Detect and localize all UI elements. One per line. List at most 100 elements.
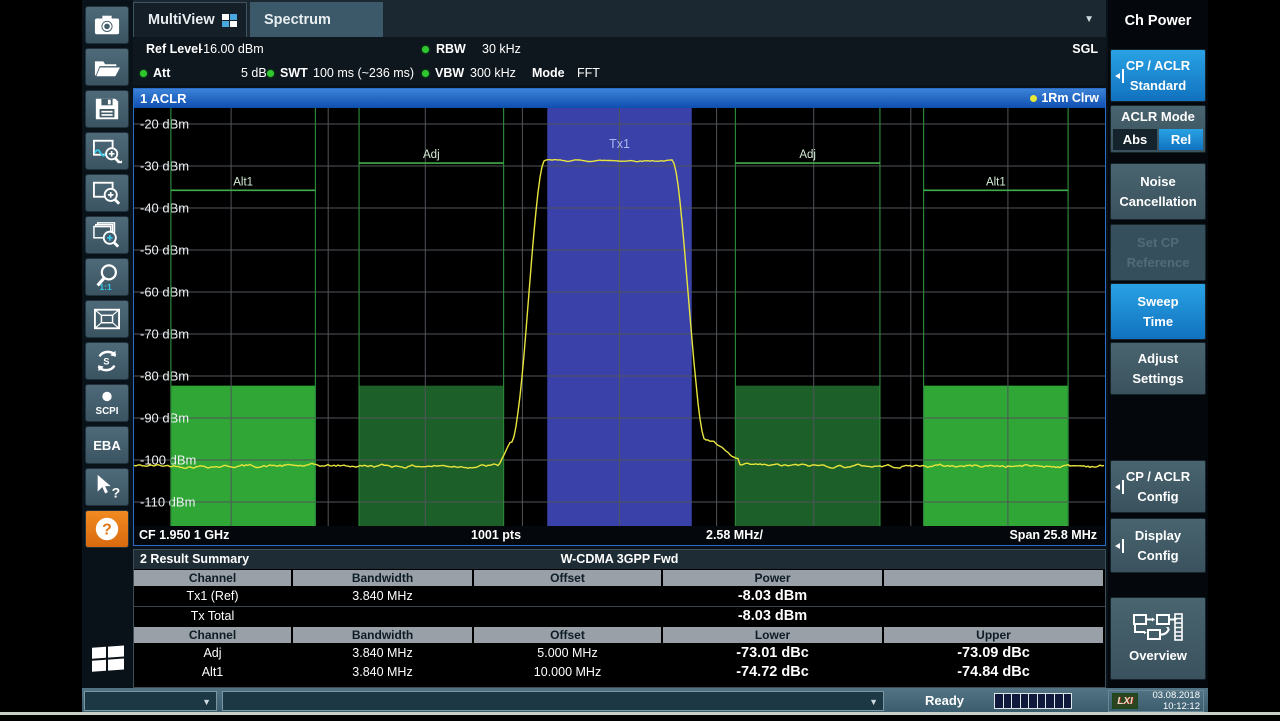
- softkey-display-config[interactable]: Display Config: [1110, 518, 1206, 573]
- open-file-button[interactable]: [85, 48, 129, 86]
- softkey-cp-aclr-standard[interactable]: CP / ACLR Standard: [1110, 49, 1206, 102]
- sweep-points-readout[interactable]: 1001 pts: [471, 526, 521, 545]
- y-axis-tick-label: -30 dBm: [140, 159, 189, 174]
- y-axis-tick-label: -60 dBm: [140, 285, 189, 300]
- y-axis-tick-label: -20 dBm: [140, 117, 189, 132]
- open-folder-icon: [92, 54, 122, 80]
- aclr-mode-rel[interactable]: Rel: [1159, 129, 1203, 150]
- sweep-progress-bar: [994, 693, 1072, 709]
- chart-footer: CF 1.950 1 GHz 1001 pts 2.58 MHz/ Span 2…: [134, 526, 1105, 545]
- channel-bar-adj: [359, 386, 504, 526]
- pointer-help-icon: ?: [92, 473, 122, 501]
- graphical-zoom-button[interactable]: [85, 132, 129, 170]
- aclr-mode-toggle: Abs Rel: [1113, 129, 1203, 150]
- zoom-1to1-icon: 1:1: [92, 263, 122, 291]
- col-header: Upper: [884, 627, 1103, 643]
- svg-text:?: ?: [112, 484, 121, 500]
- windows-start-button[interactable]: [89, 640, 127, 674]
- spectrum-plot-area[interactable]: -20 dBm-30 dBm-40 dBm-50 dBm-60 dBm-70 d…: [134, 108, 1105, 526]
- softkey-noise-cancellation[interactable]: Noise Cancellation: [1110, 163, 1206, 220]
- main-area: MultiView Spectrum ▼ Ref Level -16.00 dB…: [133, 0, 1106, 688]
- vbw-label[interactable]: VBW: [435, 66, 464, 80]
- rbw-label[interactable]: RBW: [436, 42, 466, 56]
- screenshot-button[interactable]: [85, 6, 129, 44]
- ref-level-value[interactable]: -16.00 dBm: [199, 42, 264, 56]
- trace-legend[interactable]: 1Rm Clrw: [1030, 89, 1099, 108]
- camera-icon: [92, 12, 122, 38]
- trace1-legend-label: 1Rm Clrw: [1041, 89, 1099, 108]
- channel-label: Adj: [423, 149, 440, 161]
- softkey-cp-aclr-config[interactable]: CP / ACLR Config: [1110, 460, 1206, 513]
- result-summary-titlebar: 2 Result Summary W-CDMA 3GPP Fwd: [134, 550, 1105, 569]
- softkey-sidebar: Ch Power CP / ACLR Standard ACLR Mode Ab…: [1108, 0, 1208, 688]
- softkey-overview[interactable]: Overview: [1110, 597, 1206, 680]
- svg-text:1:1: 1:1: [100, 282, 112, 291]
- tab-spectrum-label: Spectrum: [264, 12, 331, 28]
- col-header: Channel: [134, 627, 291, 643]
- span-readout[interactable]: Span 25.8 MHz: [1009, 526, 1097, 545]
- measurement-standard: W-CDMA 3GPP Fwd: [561, 550, 679, 569]
- multiple-zoom-button[interactable]: [85, 216, 129, 254]
- left-toolbar: 1:1 S: [82, 0, 133, 688]
- swt-label[interactable]: SWT: [280, 66, 308, 80]
- dropdown-arrow-icon: ▼: [202, 697, 211, 707]
- svg-text:SCPI: SCPI: [96, 406, 119, 417]
- eba-button[interactable]: EBA: [85, 426, 129, 464]
- tx-table-header: Channel Bandwidth Offset Power: [134, 570, 1105, 586]
- aclr-mode-abs[interactable]: Abs: [1113, 129, 1157, 150]
- sweep-refresh-icon: S: [92, 347, 122, 375]
- multiview-grid-icon: [222, 14, 237, 27]
- tab-multiview[interactable]: MultiView: [133, 2, 247, 37]
- y-axis-tick-label: -40 dBm: [140, 201, 189, 216]
- aclr-window: 1 ACLR 1Rm Clrw -20 dBm-30 dBm-40 dBm-50…: [133, 88, 1106, 546]
- center-frequency-readout[interactable]: CF 1.950 1 GHz: [139, 526, 229, 545]
- zoom-area-button[interactable]: [85, 174, 129, 212]
- vbw-value[interactable]: 300 kHz: [470, 66, 516, 80]
- swt-value[interactable]: 100 ms (~236 ms): [313, 66, 414, 80]
- frame-icon: [92, 306, 122, 332]
- tabbar-dropdown-icon[interactable]: ▼: [1084, 14, 1094, 25]
- settings-row-2: Att 5 dB SWT 100 ms (~236 ms) VBW 300 kH…: [133, 61, 1106, 85]
- save-button[interactable]: [85, 90, 129, 128]
- help-button[interactable]: ?: [85, 510, 129, 548]
- zoom-area-icon: [91, 179, 123, 207]
- att-led-icon: [140, 70, 147, 77]
- att-value[interactable]: 5 dB: [241, 66, 267, 80]
- status-dropdown-wide[interactable]: ▼: [222, 691, 884, 711]
- status-ready-label: Ready: [925, 688, 964, 714]
- softkey-aclr-mode[interactable]: ACLR Mode Abs Rel: [1110, 105, 1206, 153]
- display-frame-button[interactable]: [85, 300, 129, 338]
- softkey-sweep-time[interactable]: Sweep Time: [1110, 283, 1206, 340]
- y-axis-tick-label: -80 dBm: [140, 369, 189, 384]
- table-row: Alt1 3.840 MHz 10.000 MHz -74.72 dBc -74…: [134, 663, 1105, 682]
- y-axis-tick-label: -50 dBm: [140, 243, 189, 258]
- mode-value[interactable]: FFT: [577, 66, 600, 80]
- swt-led-icon: [267, 70, 274, 77]
- y-axis-tick-label: -110 dBm: [140, 495, 195, 510]
- channel-bar-alt1: [924, 386, 1069, 526]
- datetime-panel[interactable]: LXI 03.08.2018 10:12:12: [1108, 690, 1204, 712]
- expand-left-icon: [1115, 480, 1124, 494]
- status-dropdown-small[interactable]: ▼: [84, 691, 217, 711]
- ref-level-label[interactable]: Ref Level: [146, 42, 202, 56]
- rbw-value[interactable]: 30 kHz: [482, 42, 521, 56]
- tab-spectrum[interactable]: Spectrum: [250, 2, 383, 37]
- scpi-recorder-button[interactable]: SCPI: [85, 384, 129, 422]
- status-time: 10:12:12: [1163, 701, 1200, 712]
- zoom-multi-icon: [91, 221, 123, 249]
- save-floppy-icon: [93, 96, 121, 122]
- att-label[interactable]: Att: [153, 66, 170, 80]
- context-help-button[interactable]: ?: [85, 468, 129, 506]
- screen-bottom-edge: [0, 712, 1280, 715]
- softkey-adjust-settings[interactable]: Adjust Settings: [1110, 342, 1206, 395]
- zoom-off-button[interactable]: 1:1: [85, 258, 129, 296]
- aclr-plot: -20 dBm-30 dBm-40 dBm-50 dBm-60 dBm-70 d…: [134, 108, 1105, 526]
- softkey-set-cp-reference[interactable]: Set CP Reference: [1110, 224, 1206, 281]
- per-division-readout[interactable]: 2.58 MHz/: [706, 526, 763, 545]
- continuous-sweep-button[interactable]: S: [85, 342, 129, 380]
- eba-icon: EBA: [93, 438, 120, 453]
- result-summary-title: 2 Result Summary: [140, 550, 249, 569]
- mode-label[interactable]: Mode: [532, 66, 565, 80]
- status-bar: ▼ ▼ Ready LXI 03.08.2018 10:12:12: [82, 688, 1208, 714]
- channel-label: Alt1: [986, 176, 1006, 188]
